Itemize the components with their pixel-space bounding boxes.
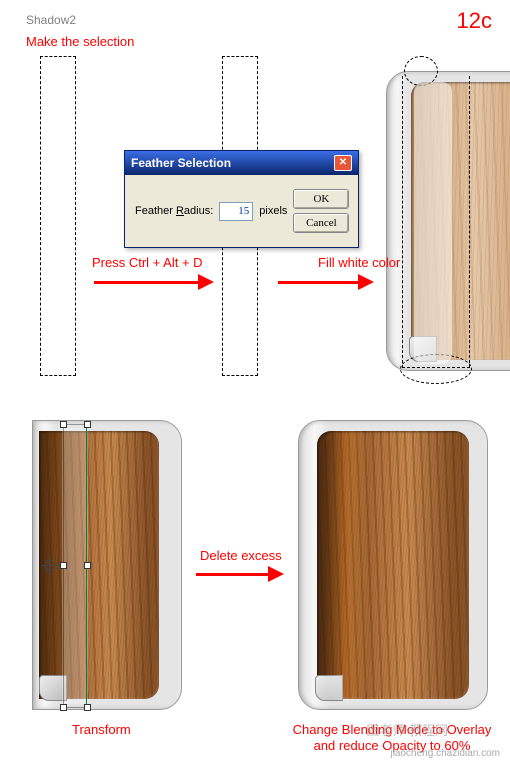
- transform-handle-mr[interactable]: [84, 562, 91, 569]
- instr-press-keys: Press Ctrl + Alt + D: [92, 255, 203, 270]
- selection-rect-1: [40, 56, 76, 376]
- dialog-title: Feather Selection: [131, 156, 231, 170]
- transform-handle-ml[interactable]: [60, 562, 67, 569]
- dialog-body: Feather Radius: pixels OK Cancel: [125, 175, 358, 247]
- transform-handle-br[interactable]: [84, 704, 91, 711]
- feather-radius-label: Feather Radius:: [135, 205, 213, 217]
- transform-handle-bl[interactable]: [60, 704, 67, 711]
- dialog-titlebar[interactable]: Feather Selection ✕: [125, 151, 358, 175]
- transform-handle-tl[interactable]: [60, 421, 67, 428]
- arrow-head-icon: [268, 566, 284, 582]
- arrow-line: [196, 573, 268, 576]
- instr-make-selection: Make the selection: [26, 34, 134, 49]
- watermark-url: jiaocheng.chazidian.com: [390, 748, 500, 759]
- white-fill-band: [414, 82, 452, 364]
- overlay-highlight: [326, 430, 368, 700]
- feather-dialog: Feather Selection ✕ Feather Radius: pixe…: [124, 150, 359, 248]
- feather-radius-input[interactable]: [219, 202, 253, 221]
- arrow-head-icon: [198, 274, 214, 290]
- arrow-head-icon: [358, 274, 374, 290]
- watermark-cn: 图老师 教程网: [366, 720, 448, 739]
- transform-handle-tr[interactable]: [84, 421, 91, 428]
- feather-radius-unit: pixels: [259, 205, 287, 217]
- cancel-button[interactable]: Cancel: [293, 213, 349, 233]
- arrow-1: [94, 274, 214, 290]
- transform-center-icon[interactable]: [44, 560, 55, 571]
- arrow-2: [278, 274, 374, 290]
- close-icon[interactable]: ✕: [334, 155, 352, 171]
- ok-button[interactable]: OK: [293, 189, 349, 209]
- arrow-line: [94, 281, 198, 284]
- instr-fill-white: Fill white color: [318, 255, 400, 270]
- arrow-3: [196, 566, 284, 582]
- step-number: 12c: [457, 8, 492, 34]
- instr-transform: Transform: [72, 722, 131, 737]
- arrow-line: [278, 281, 358, 284]
- dialog-buttons: OK Cancel: [293, 189, 349, 233]
- page-title: Shadow2: [26, 13, 76, 27]
- instr-delete-excess: Delete excess: [200, 548, 282, 563]
